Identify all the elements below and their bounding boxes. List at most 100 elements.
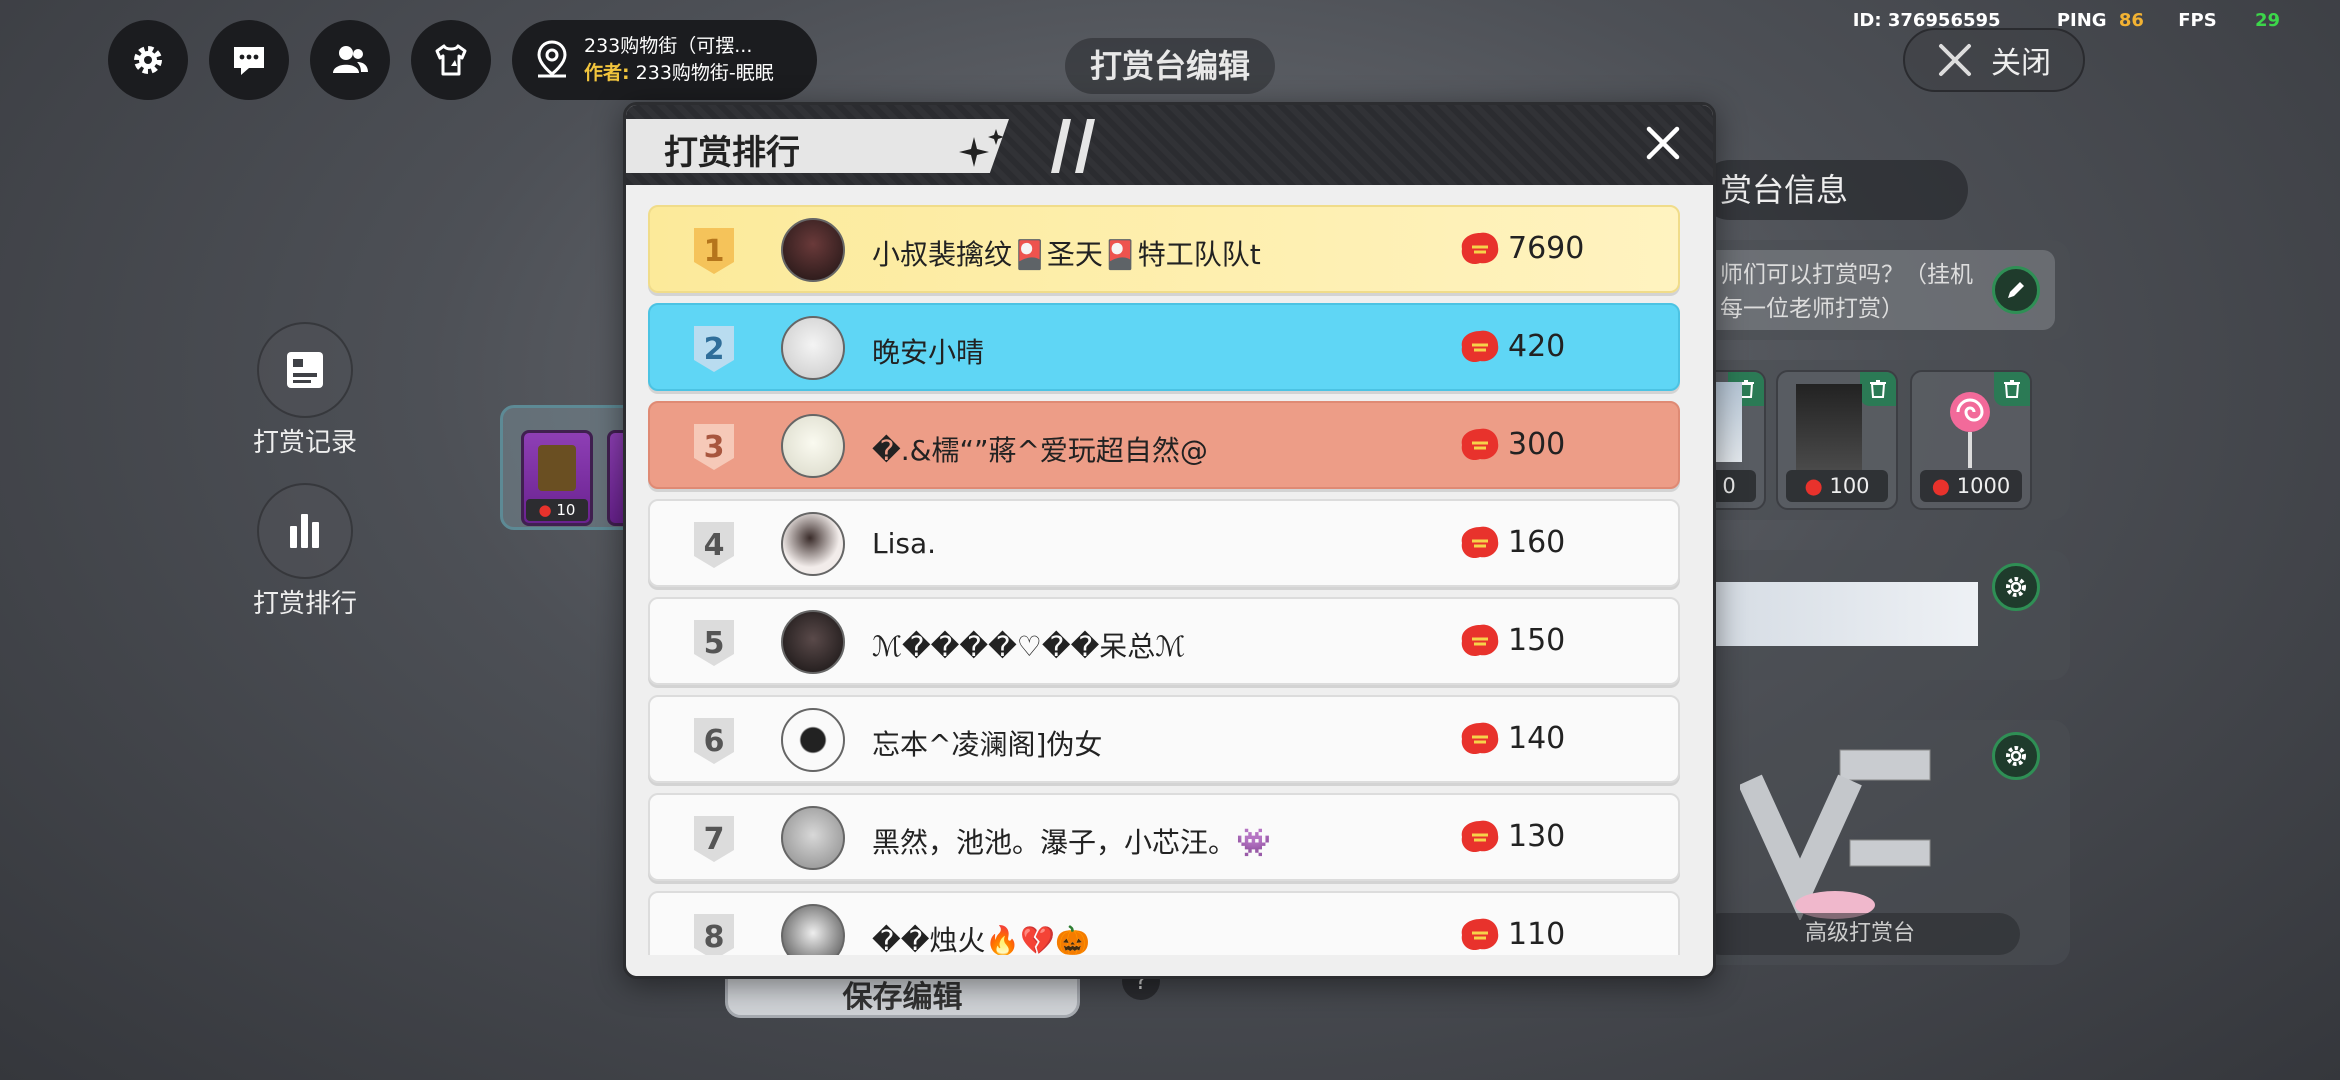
- settings-button[interactable]: [108, 20, 188, 100]
- coin-icon: [1461, 722, 1499, 755]
- gear-icon: [2006, 746, 2026, 766]
- reward-ranking-button[interactable]: 打赏排行: [250, 483, 360, 620]
- ping-value: 86: [2118, 10, 2144, 31]
- advanced-stage-label: 高级打赏台: [1700, 913, 2020, 955]
- avatar[interactable]: [781, 218, 845, 282]
- reward-amount: 130: [1508, 819, 1566, 854]
- gift-slot-price: ● 10: [526, 499, 588, 521]
- delete-gift-button[interactable]: [1860, 372, 1896, 406]
- ranking-row[interactable]: 2 晚安小晴 420: [648, 303, 1680, 391]
- reward-record-button[interactable]: 打赏记录: [250, 322, 360, 459]
- advanced-settings-button[interactable]: [1992, 732, 2040, 780]
- page-title: 打赏台编辑: [1065, 38, 1275, 94]
- reward-record-circle: [257, 322, 353, 418]
- coin-icon: ●: [1931, 474, 1951, 498]
- author-name: 233购物街-眠眠: [635, 62, 774, 84]
- reward-ranking-circle: [257, 483, 353, 579]
- location-pin-icon: [537, 40, 567, 78]
- coin-icon: ●: [1804, 474, 1823, 498]
- gift-price-value: 100: [1829, 474, 1870, 498]
- rank-number: 2: [703, 331, 725, 367]
- ranking-row[interactable]: 7 黑然，池池。瀑子，小芯汪。👾 130: [648, 793, 1680, 881]
- close-button[interactable]: 关闭: [1903, 28, 2085, 92]
- delete-gift-button[interactable]: [1994, 372, 2030, 406]
- avatar[interactable]: [781, 414, 845, 478]
- rank-badge: 4: [690, 518, 738, 572]
- location-name: 233购物街（可摆...: [584, 35, 753, 57]
- rank-number: 5: [703, 625, 725, 661]
- rank-badge: 6: [690, 714, 738, 768]
- location-pill[interactable]: 233购物街（可摆... 作者: 233购物街-眠眠: [512, 20, 817, 100]
- fps-value: 29: [2254, 10, 2280, 31]
- coin-icon: [1461, 232, 1499, 265]
- ranking-row[interactable]: 6 忘本^凌澜阁]伪女 140: [648, 695, 1680, 783]
- avatar[interactable]: [781, 806, 845, 870]
- reward-amount: 7690: [1508, 231, 1585, 266]
- trash-icon: [2004, 380, 2020, 398]
- reward-ranking-label: 打赏排行: [252, 589, 357, 619]
- avatar[interactable]: [781, 512, 845, 576]
- ranking-row[interactable]: 3 �.&檽“”蔣^爱玩超自然@ 300: [648, 401, 1680, 489]
- avatar[interactable]: [781, 904, 845, 955]
- player-name: 忘本^凌澜阁]伪女: [872, 728, 1103, 761]
- rank-badge: 5: [690, 616, 738, 670]
- gift-card[interactable]: ● 1000: [1910, 370, 2032, 510]
- lollipop-icon: [1950, 392, 1990, 468]
- advanced-stage-preview: [1740, 749, 1931, 920]
- edit-description-button[interactable]: [1992, 266, 2040, 314]
- gift-price: ● 100: [1786, 470, 1888, 502]
- reward-amount: 150: [1508, 623, 1566, 658]
- dialog-title: 打赏排行: [664, 133, 800, 173]
- gift-image: [1796, 384, 1862, 470]
- reward-amount: 160: [1508, 525, 1566, 560]
- player-name: �.&檽“”蔣^爱玩超自然@: [872, 434, 1208, 467]
- player-name: Lisa.: [872, 527, 937, 560]
- record-icon: [287, 352, 323, 388]
- pencil-icon: [2008, 282, 2024, 298]
- ranking-row[interactable]: 8 ��烛火🔥💔🎃 110: [648, 891, 1680, 955]
- coin-icon: [1461, 918, 1499, 951]
- gift-slot[interactable]: ● 10: [521, 430, 593, 526]
- sparkle-icon: [959, 129, 1004, 167]
- background-settings-button[interactable]: [1992, 563, 2040, 611]
- player-name: 小叔裴擒纹🎴圣天🎴特工队队t: [872, 238, 1261, 271]
- player-name: 晚安小晴: [872, 336, 985, 369]
- rank-badge: 7: [690, 812, 738, 866]
- avatar[interactable]: [781, 610, 845, 674]
- coin-icon: ●: [538, 501, 552, 519]
- coin-icon: [1461, 330, 1499, 363]
- rank-badge: 2: [690, 322, 738, 376]
- ping-label: PING: [2056, 10, 2107, 31]
- rank-number: 3: [703, 429, 725, 465]
- gear-icon: [2006, 577, 2026, 597]
- avatar[interactable]: [781, 316, 845, 380]
- trash-icon: [1870, 380, 1886, 398]
- ranking-row[interactable]: 1 小叔裴擒纹🎴圣天🎴特工队队t 7690: [648, 205, 1680, 293]
- player-name: 黑然，池池。瀑子，小芯汪。👾: [872, 826, 1271, 859]
- rank-badge: 3: [690, 420, 738, 474]
- bar-chart-icon: [290, 514, 319, 548]
- ranking-row[interactable]: 5 ℳ����♡��呆总ℳ 150: [648, 597, 1680, 685]
- chat-icon: [234, 47, 264, 75]
- close-label: 关闭: [1991, 46, 2051, 81]
- fps-label: FPS: [2178, 10, 2217, 31]
- author-key: 作者:: [584, 62, 630, 84]
- outfit-button[interactable]: [411, 20, 491, 100]
- dialog-close-button[interactable]: [1643, 123, 1683, 163]
- background-preview-image: [1700, 582, 1978, 646]
- reward-amount: 420: [1508, 329, 1566, 364]
- gift-price: ● 1000: [1920, 470, 2022, 502]
- friends-button[interactable]: [310, 20, 390, 100]
- ranking-row[interactable]: 4 Lisa. 160: [648, 499, 1680, 587]
- decorative-slashes: [1051, 119, 1095, 173]
- gift-image: [538, 445, 576, 491]
- gift-card[interactable]: ● 100: [1776, 370, 1898, 510]
- dialog-title-tab: 打赏排行: [626, 119, 1009, 173]
- avatar[interactable]: [781, 708, 845, 772]
- rank-number: 7: [703, 821, 725, 857]
- chat-button[interactable]: [209, 20, 289, 100]
- rank-number: 1: [703, 233, 725, 269]
- coin-icon: [1461, 624, 1499, 657]
- ranking-list[interactable]: 1 小叔裴擒纹🎴圣天🎴特工队队t 7690 2 晚安小晴 420 3 �.&檽“…: [648, 205, 1680, 955]
- gear-icon: [134, 46, 162, 74]
